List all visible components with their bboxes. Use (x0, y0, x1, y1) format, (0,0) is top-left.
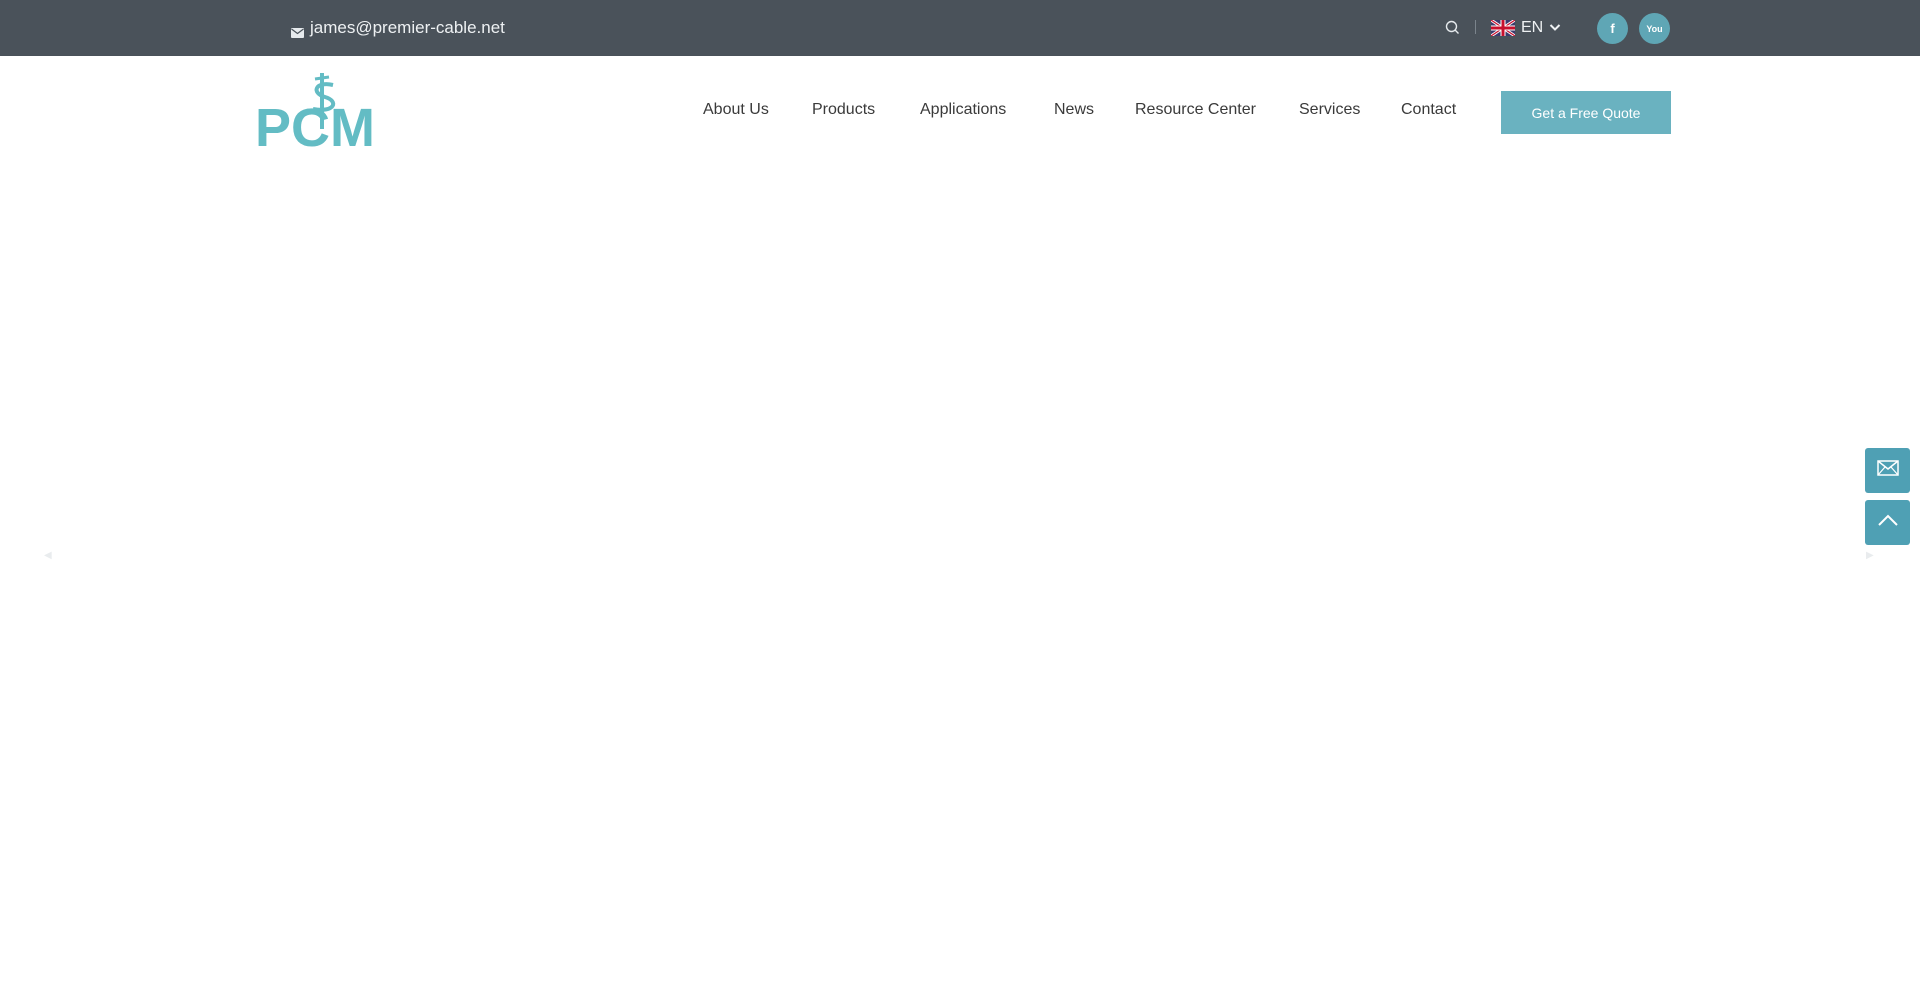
chevron-up-icon (1877, 513, 1899, 532)
facebook-icon[interactable]: f (1597, 13, 1628, 44)
nav-contact[interactable]: Contact (1401, 101, 1456, 119)
hero-slider: ◀ ▶ (0, 168, 1920, 993)
nav-news[interactable]: News (1054, 101, 1094, 119)
nav-products[interactable]: Products (812, 101, 875, 119)
email-text: james@premier-cable.net (310, 18, 505, 37)
nav-about-us[interactable]: About Us (703, 101, 769, 119)
envelope-outline-icon (1876, 460, 1899, 481)
nav-applications[interactable]: Applications (920, 101, 1006, 119)
slider-prev-icon[interactable]: ◀ (44, 550, 54, 561)
youtube-icon[interactable]: You (1639, 13, 1670, 44)
back-to-top-button[interactable] (1865, 500, 1910, 545)
youtube-glyph: You (1646, 23, 1663, 34)
nav-services[interactable]: Services (1299, 101, 1360, 119)
language-selector[interactable]: EN (1490, 16, 1561, 40)
facebook-glyph: f (1610, 21, 1615, 36)
email-link[interactable]: james@premier-cable.net (291, 16, 505, 40)
floating-mail-button[interactable] (1865, 448, 1910, 493)
site-header: PCM About Us Products Applications News … (0, 56, 1920, 168)
chevron-down-icon (1549, 19, 1561, 37)
language-label: EN (1521, 19, 1544, 36)
nav-resource-center[interactable]: Resource Center (1135, 101, 1256, 119)
search-icon[interactable] (1443, 18, 1461, 36)
topbar-divider (1475, 20, 1476, 34)
get-free-quote-button[interactable]: Get a Free Quote (1501, 91, 1671, 134)
top-bar: james@premier-cable.net EN f You (0, 0, 1920, 56)
uk-flag-icon (1490, 18, 1516, 38)
envelope-icon (291, 23, 304, 38)
slider-next-icon[interactable]: ▶ (1866, 550, 1876, 561)
